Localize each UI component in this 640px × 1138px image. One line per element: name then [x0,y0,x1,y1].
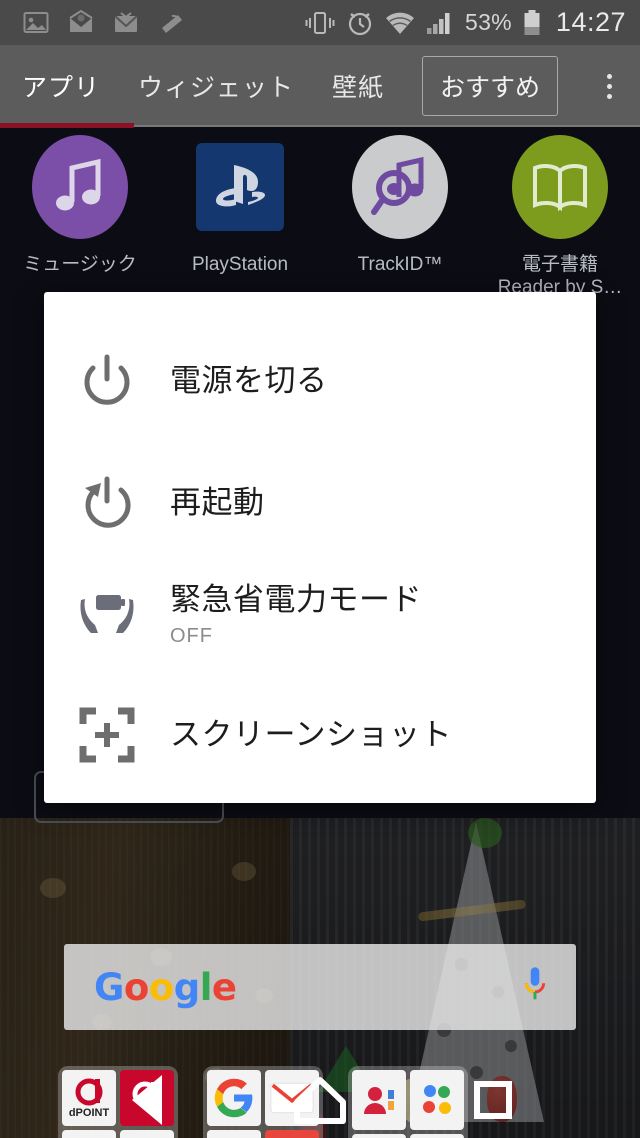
navigation-bar [0,1062,640,1138]
screenshot-item[interactable]: スクリーンショット [44,674,596,796]
battery-saver-state: OFF [170,624,213,647]
app-item-playstation[interactable]: PlayStation [160,135,320,299]
screenshot-icon [44,707,170,763]
battery-saver-texts: 緊急省電力モード OFF [170,582,422,648]
restart-item[interactable]: 再起動 [44,442,596,564]
overflow-menu-icon[interactable] [594,66,624,106]
recommend-button[interactable]: おすすめ [422,56,559,116]
battery-saver-item[interactable]: 緊急省電力モード OFF [44,556,596,674]
power-off-label: 電源を切る [170,363,328,399]
status-bar: 53% 14:27 [0,0,640,45]
book-icon [512,135,608,239]
app-label: ミュージック [23,254,137,275]
app-item-music[interactable]: ミュージック [0,135,160,299]
back-icon [131,1075,162,1125]
battery-percent: 53% [464,9,512,35]
restart-icon [44,475,170,531]
google-search-widget[interactable]: Google [64,944,576,1030]
power-off-item[interactable]: 電源を切る [44,320,596,442]
app-label: PlayStation [191,254,289,275]
download-icon [162,14,182,33]
home-button[interactable] [265,1062,375,1138]
tab-apps[interactable]: アプリ [22,68,100,104]
tab-selected-indicator [0,123,134,128]
tab-list: アプリ ウィジェット 壁紙 おすすめ [0,45,640,127]
image-icon [23,11,49,33]
app-icon-wrap [192,135,288,239]
battery-saver-icon [44,589,170,641]
tab-divider [134,125,640,127]
app-icon-grid: ミュージック PlayStation TrackID™ 電子書籍 Reader … [0,135,640,299]
app-label: TrackID™ [357,254,443,275]
battery-saver-label: 緊急省電力モード [170,582,422,618]
recents-button[interactable] [438,1062,548,1138]
power-off-texts: 電源を切る [170,363,328,399]
vibrate-icon [305,11,335,34]
app-icon-wrap [512,135,608,239]
screenshot-label: スクリーンショット [170,717,452,753]
restart-texts: 再起動 [170,485,265,521]
signal-icon [426,12,450,34]
app-drawer-tabbar: アプリ ウィジェット 壁紙 おすすめ [0,45,640,128]
email-icon [69,9,93,32]
alarm-icon [348,12,372,35]
home-icon [293,1077,346,1124]
status-bar-system: 53% 14:27 [305,7,640,38]
app-label: 電子書籍 [521,254,598,275]
power-off-icon [44,353,170,409]
back-button[interactable] [92,1062,202,1138]
power-options-dialog: 電源を切る 再起動 緊急省電力モード OFF スクリーンショット [44,292,596,803]
trackid-icon [352,135,448,239]
status-bar-notifications [0,9,184,36]
playstation-icon [196,143,284,231]
android-screen: Google dPOINT ? [0,0,640,1138]
screenshot-texts: スクリーンショット [170,717,452,753]
app-icon-wrap [352,135,448,239]
restart-label: 再起動 [170,485,265,521]
tab-widgets[interactable]: ウィジェット [138,68,294,104]
app-item-ebook[interactable]: 電子書籍 Reader by S… [480,135,640,299]
tab-wallpapers[interactable]: 壁紙 [332,68,384,104]
app-icon-wrap [32,135,128,239]
wifi-icon [385,12,414,34]
battery-icon [524,9,540,35]
google-logo: Google [94,965,237,1009]
mail-icon [114,11,138,32]
recents-icon [474,1081,513,1119]
music-note-icon [32,135,128,239]
app-item-trackid[interactable]: TrackID™ [320,135,480,299]
status-bar-clock: 14:27 [555,7,626,37]
microphone-icon[interactable] [520,966,550,1008]
